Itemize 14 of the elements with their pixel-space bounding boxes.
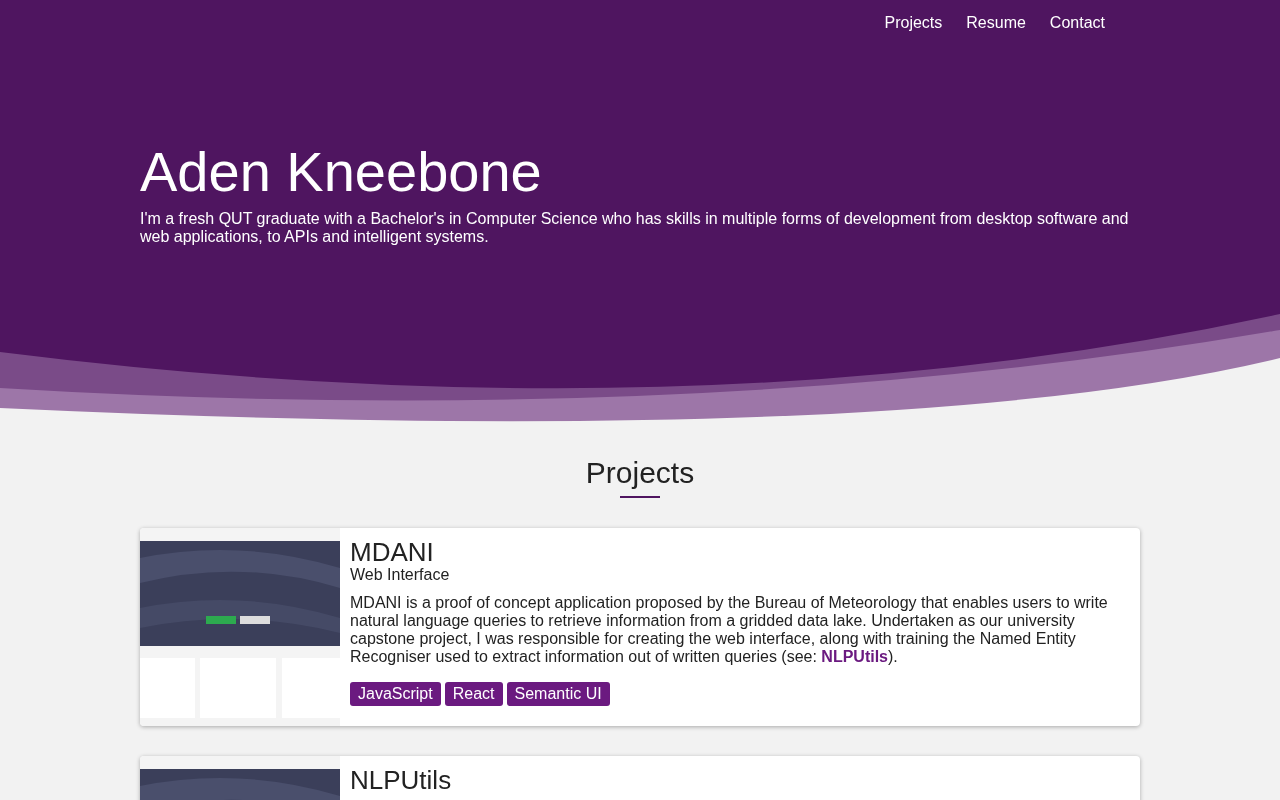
hero-title: Aden Kneebone xyxy=(140,140,543,204)
project-subtitle: Web Interface xyxy=(350,566,451,584)
project-description: MDANI is a proof of concept application proposed by the Bureau of Meteorology that enables users to write natural language queries to retrieve information from a gridded data lake. Undertaken as our university capstone project, I was responsible for creating the web interface, along with training the Named Entity Recogniser used to extract information out of written queries (see: NLPUtils). xyxy=(350,594,1109,666)
nav-link[interactable]: Contact xyxy=(1037,12,1117,34)
hero-intro: I'm a fresh QUT graduate with a Bachelor's in Computer Science who has skills in multiple forms of development from desktop software and web applications, to APIs and intelligent systems. xyxy=(140,210,1130,246)
tech-tag: JavaScript xyxy=(350,682,441,706)
tech-tag: React xyxy=(444,682,503,706)
project-title: MDANI xyxy=(350,538,435,566)
tech-tag: Semantic UI xyxy=(506,682,610,706)
project-link[interactable]: NLPUtils xyxy=(821,648,888,665)
section-heading: Projects xyxy=(585,456,695,490)
nav-link[interactable]: Resume xyxy=(954,12,1038,34)
nav-link[interactable]: Projects xyxy=(872,12,955,34)
project-title: NLPUtils xyxy=(350,766,453,794)
